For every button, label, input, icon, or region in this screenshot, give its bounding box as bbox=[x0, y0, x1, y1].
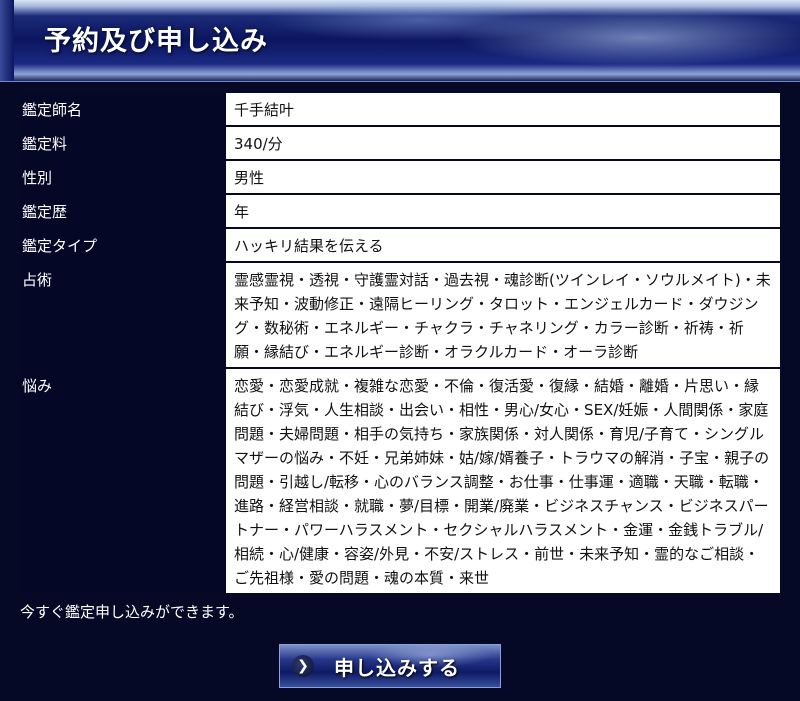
row-value: 千手結叶 bbox=[226, 93, 780, 125]
page-title: 予約及び申し込み bbox=[44, 26, 268, 57]
row-label: 占術 bbox=[19, 263, 226, 367]
row-value: 霊感霊視・透視・守護霊対話・過去視・魂診断(ツインレイ・ソウルメイト)・未来予知… bbox=[226, 263, 780, 367]
chevron-right-icon: ❯ bbox=[292, 655, 314, 677]
apply-button[interactable]: ❯ 申し込みする bbox=[279, 644, 501, 688]
table-row-divination-methods: 占術 霊感霊視・透視・守護霊対話・過去視・魂診断(ツインレイ・ソウルメイト)・未… bbox=[19, 263, 780, 367]
table-row-gender: 性別 男性 bbox=[19, 161, 780, 193]
row-label: 鑑定歴 bbox=[19, 195, 226, 227]
row-value: ハッキリ結果を伝える bbox=[226, 229, 780, 261]
page-header: 予約及び申し込み bbox=[0, 0, 800, 82]
apply-button-label: 申し込みする bbox=[334, 655, 460, 680]
row-label: 悩み bbox=[19, 369, 226, 593]
row-label: 鑑定師名 bbox=[19, 93, 226, 125]
booking-notice: 今すぐ鑑定申し込みができます。 bbox=[20, 603, 244, 621]
table-row-reading-type: 鑑定タイプ ハッキリ結果を伝える bbox=[19, 229, 780, 261]
table-row-fee: 鑑定料 340/分 bbox=[19, 127, 780, 159]
row-label: 鑑定タイプ bbox=[19, 229, 226, 261]
reservation-info-table: 鑑定師名 千手結叶 鑑定料 340/分 性別 男性 鑑定歴 年 鑑定タイプ ハッ… bbox=[19, 91, 780, 595]
table-row-advisor-name: 鑑定師名 千手結叶 bbox=[19, 93, 780, 125]
row-value: 男性 bbox=[226, 161, 780, 193]
row-label: 鑑定料 bbox=[19, 127, 226, 159]
table-row-concerns: 悩み 恋愛・恋愛成就・複雑な恋愛・不倫・復活愛・復縁・結婚・離婚・片思い・縁結び… bbox=[19, 369, 780, 593]
table-row-experience: 鑑定歴 年 bbox=[19, 195, 780, 227]
row-label: 性別 bbox=[19, 161, 226, 193]
row-value: 340/分 bbox=[226, 127, 780, 159]
row-value: 恋愛・恋愛成就・複雑な恋愛・不倫・復活愛・復縁・結婚・離婚・片思い・縁結び・浮気… bbox=[226, 369, 780, 593]
row-value: 年 bbox=[226, 195, 780, 227]
